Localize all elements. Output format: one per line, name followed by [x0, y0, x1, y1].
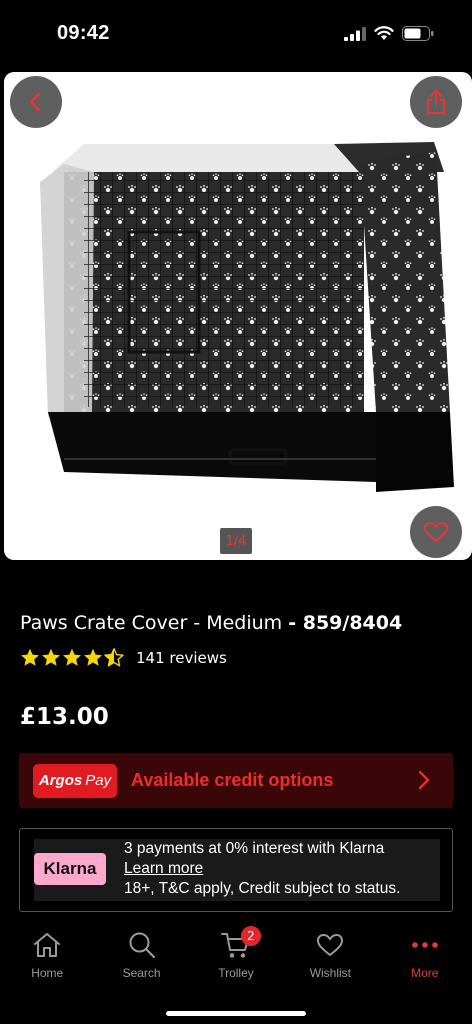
product-image-card[interactable]: 1/4 — [4, 72, 472, 560]
status-bar: 09:42 — [0, 0, 472, 70]
wifi-icon — [374, 26, 394, 40]
rating-stars — [20, 648, 124, 667]
star-icon — [42, 648, 60, 666]
klarna-learn-more-link[interactable]: Learn more — [124, 859, 400, 879]
klarna-content: Klarna 3 payments at 0% interest with Kl… — [34, 839, 440, 901]
search-icon — [129, 932, 155, 959]
nav-home[interactable]: Home — [0, 928, 94, 998]
argos-pay-banner[interactable]: Argos Pay Available credit options — [19, 753, 453, 808]
product-title: Paws Crate Cover - Medium - 859/8404 — [20, 612, 402, 634]
back-arrow-icon — [29, 92, 41, 112]
back-button[interactable] — [10, 76, 62, 128]
argos-logo-brand: Argos — [38, 772, 83, 789]
more-dots-icon — [411, 942, 438, 948]
status-icons — [344, 26, 434, 41]
chevron-right-icon — [418, 770, 430, 790]
review-count[interactable]: 141 reviews — [136, 649, 227, 667]
nav-wishlist-label: Wishlist — [309, 966, 352, 980]
nav-search[interactable]: Search — [94, 928, 188, 998]
heart-icon — [424, 522, 448, 542]
nav-more-label: More — [411, 966, 439, 980]
product-rating[interactable]: 141 reviews — [20, 648, 227, 667]
nav-search-label: Search — [122, 966, 161, 980]
product-image — [40, 142, 454, 492]
nav-more[interactable]: More — [378, 928, 472, 998]
product-price: £13.00 — [20, 704, 109, 730]
klarna-box: Klarna 3 payments at 0% interest with Kl… — [19, 828, 453, 912]
nav-home-label: Home — [31, 966, 64, 980]
battery-icon — [402, 26, 434, 41]
nav-trolley[interactable]: Trolley 2 — [189, 926, 283, 998]
image-pager: 1/4 — [220, 528, 252, 554]
star-icon — [84, 648, 102, 666]
bottom-nav: Home Search Trolley 2 Wishlist More — [0, 926, 472, 998]
klarna-text: 3 payments at 0% interest with Klarna Le… — [124, 839, 400, 899]
star-icon — [63, 648, 81, 666]
argos-pay-logo: Argos Pay — [33, 763, 117, 798]
klarna-line-3: 18+, T&C apply, Credit subject to status… — [124, 880, 401, 897]
home-indicator[interactable] — [166, 1011, 306, 1016]
half-star-icon — [104, 648, 124, 667]
credit-options-label: Available credit options — [131, 770, 334, 790]
star-icon — [21, 648, 39, 666]
nav-trolley-label: Trolley — [218, 966, 254, 980]
product-name: Paws Crate Cover - Medium — [20, 612, 283, 634]
add-to-wishlist-button[interactable] — [410, 506, 462, 558]
klarna-logo: Klarna — [34, 853, 106, 885]
klarna-line-1: 3 payments at 0% interest with Klarna — [124, 840, 385, 857]
trolley-count-badge: 2 — [240, 926, 261, 946]
home-icon — [34, 933, 61, 957]
signal-icon — [344, 26, 366, 41]
nav-wishlist[interactable]: Wishlist — [283, 928, 377, 998]
heart-outline-icon — [317, 934, 344, 956]
status-time: 09:42 — [57, 22, 110, 44]
product-code: - 859/8404 — [288, 612, 403, 634]
share-icon — [427, 90, 445, 114]
share-button[interactable] — [410, 76, 462, 128]
argos-logo-pay: Pay — [85, 772, 112, 789]
